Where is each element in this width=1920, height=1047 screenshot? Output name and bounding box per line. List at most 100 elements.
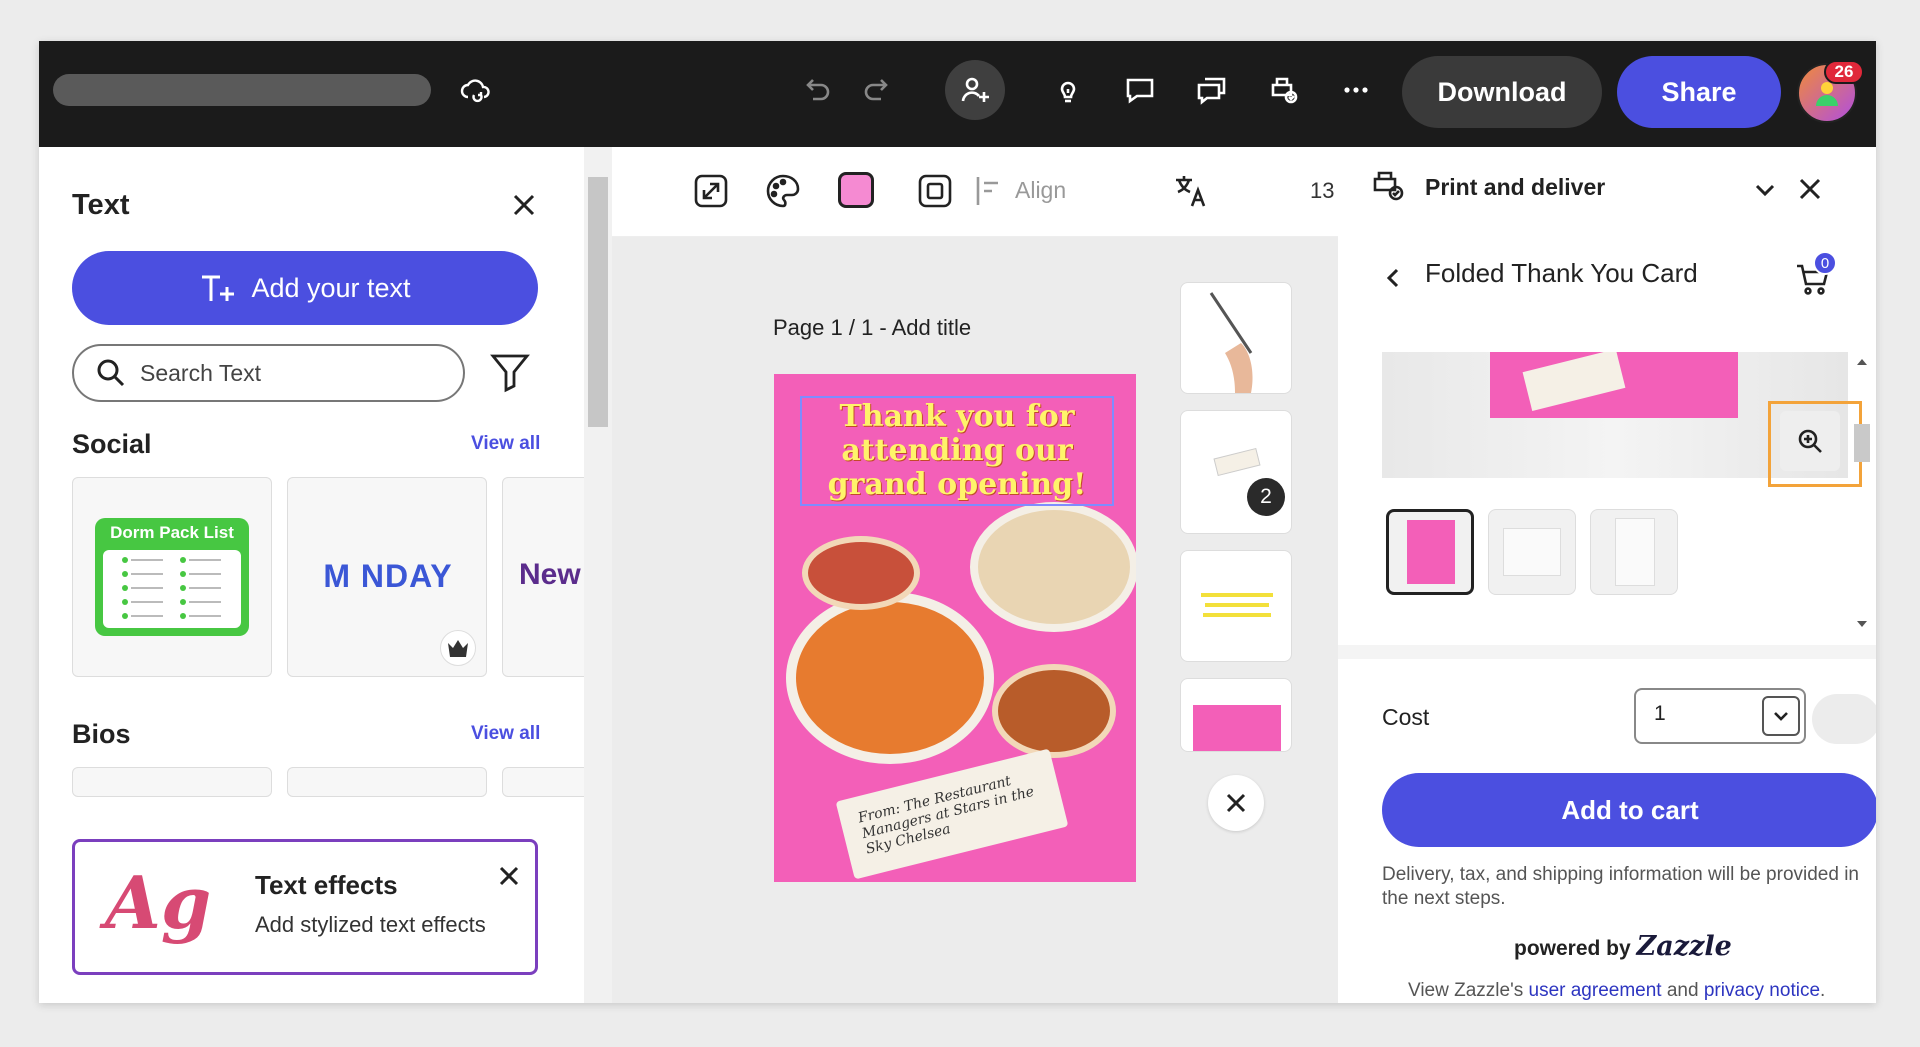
panel-title: Print and deliver xyxy=(1425,174,1606,200)
design-canvas: Page 1 / 1 - Add title Thank you for att… xyxy=(612,237,1338,1003)
cost-label: Cost xyxy=(1382,704,1430,730)
quantity-value: 1 xyxy=(1654,702,1666,725)
cloud-sync-icon[interactable] xyxy=(450,64,502,116)
close-icon xyxy=(1226,793,1246,813)
zoom-in-icon xyxy=(1798,429,1822,453)
scroll-up-icon[interactable] xyxy=(1852,352,1872,372)
close-thumbnails-button[interactable] xyxy=(1208,775,1264,831)
section-title-social: Social xyxy=(72,429,152,459)
thumbnail-poster[interactable] xyxy=(1180,678,1292,752)
close-icon[interactable] xyxy=(506,187,542,223)
print-deliver-panel: Print and deliver Folded Thank You Card … xyxy=(1338,147,1876,1003)
panel-title: Text xyxy=(72,189,130,221)
thumbnail-headline[interactable] xyxy=(1180,550,1292,662)
scrollbar-thumb[interactable] xyxy=(588,177,608,427)
zoom-level[interactable]: 13 xyxy=(1310,178,1334,204)
align-icon[interactable] xyxy=(974,175,1006,207)
view-all-social-link[interactable]: View all xyxy=(471,433,540,455)
bao-image xyxy=(992,664,1116,758)
add-to-cart-button[interactable]: Add to cart xyxy=(1382,773,1876,847)
inside-thumb-graphic xyxy=(1503,528,1561,576)
thumbnail-hand[interactable] xyxy=(1180,282,1292,394)
headline-thumb-graphic xyxy=(1201,593,1273,617)
print-deliver-icon[interactable] xyxy=(1258,64,1310,116)
document-title-field[interactable] xyxy=(53,74,431,106)
comment-icon[interactable] xyxy=(1114,64,1166,116)
powered-by-label: powered by xyxy=(1514,937,1631,960)
quantity-select[interactable]: 1 xyxy=(1634,688,1806,744)
align-label[interactable]: Align xyxy=(1015,177,1066,204)
monday-text: M NDAY xyxy=(323,558,453,594)
text-effects-subtitle: Add stylized text effects xyxy=(255,912,486,937)
legal-prefix: View Zazzle's xyxy=(1408,980,1524,1001)
app-window: Download Share 26 Text Add your text Sea… xyxy=(39,41,1876,1003)
template-card-dorm-pack[interactable]: Dorm Pack List xyxy=(72,477,272,677)
template-card-monday[interactable]: M NDAY xyxy=(287,477,487,677)
poster-headline[interactable]: Thank you for attending our grand openin… xyxy=(800,396,1114,506)
scroll-down-icon[interactable] xyxy=(1852,614,1872,634)
invite-collaborator-icon[interactable] xyxy=(945,60,1005,120)
preview-thumb-inside[interactable] xyxy=(1488,509,1576,595)
legal-text: View Zazzle's user agreement and privacy… xyxy=(1408,980,1825,1002)
scrollbar-thumb[interactable] xyxy=(1854,424,1870,462)
close-icon[interactable] xyxy=(1796,175,1824,203)
page-count-badge: 2 xyxy=(1247,478,1285,516)
back-thumb-graphic xyxy=(1615,518,1655,586)
page-thumbnails: 2 xyxy=(1180,282,1292,752)
text-effects-promo[interactable]: Ag Text effects Add stylized text effect… xyxy=(72,839,538,975)
text-panel: Text Add your text Search Text Social Vi… xyxy=(39,147,702,1003)
tag-graphic xyxy=(1213,447,1261,477)
zoom-in-button[interactable] xyxy=(1780,411,1840,471)
privacy-notice-link[interactable]: privacy notice xyxy=(1704,980,1820,1001)
download-button[interactable]: Download xyxy=(1402,56,1602,128)
view-all-bios-link[interactable]: View all xyxy=(471,723,540,745)
legal-suffix: . xyxy=(1820,980,1826,1001)
checklist-graphic xyxy=(122,557,221,619)
search-input[interactable]: Search Text xyxy=(72,344,465,402)
preview-scrollbar[interactable] xyxy=(1852,352,1872,632)
section-title-bios: Bios xyxy=(72,719,131,749)
add-your-text-button[interactable]: Add your text xyxy=(72,251,538,325)
lightbulb-icon[interactable] xyxy=(1042,64,1094,116)
color-palette-icon[interactable] xyxy=(764,172,802,210)
dorm-pack-title: Dorm Pack List xyxy=(110,523,234,542)
chevron-down-icon[interactable] xyxy=(1752,177,1778,203)
template-card-bio[interactable] xyxy=(287,767,487,797)
user-agreement-link[interactable]: user agreement xyxy=(1529,980,1662,1001)
translate-icon[interactable] xyxy=(1172,172,1210,210)
add-text-icon xyxy=(202,275,235,301)
thumbnail-tag[interactable]: 2 xyxy=(1180,410,1292,534)
close-icon[interactable] xyxy=(495,862,523,890)
preview-card-graphic xyxy=(1490,352,1738,418)
poster-thumb-graphic xyxy=(1193,705,1281,751)
share-button[interactable]: Share xyxy=(1617,56,1781,128)
page-title[interactable]: Page 1 / 1 - Add title xyxy=(773,315,971,341)
premium-crown-icon xyxy=(440,630,476,666)
more-options-icon[interactable] xyxy=(1330,64,1382,116)
fill-color-swatch[interactable] xyxy=(838,172,874,208)
powered-by: powered by Zazzle xyxy=(1514,931,1732,962)
notification-badge: 26 xyxy=(1824,60,1864,84)
poster-tag-card[interactable]: From: The Restaurant Managers at Stars i… xyxy=(835,748,1069,880)
zazzle-logo: Zazzle xyxy=(1636,931,1732,962)
front-thumb-graphic xyxy=(1407,520,1455,584)
filter-icon[interactable] xyxy=(488,350,532,394)
panel-scrollbar[interactable] xyxy=(584,147,612,1003)
template-card-bio[interactable] xyxy=(72,767,272,797)
redo-icon[interactable] xyxy=(852,64,904,116)
border-icon[interactable] xyxy=(916,172,954,210)
text-effects-glyph: Ag xyxy=(105,860,212,945)
print-deliver-icon xyxy=(1373,171,1404,201)
resize-icon[interactable] xyxy=(692,172,730,210)
chevron-left-icon[interactable] xyxy=(1382,267,1404,289)
curry-bowl-image xyxy=(786,592,994,764)
preview-thumb-front[interactable] xyxy=(1386,509,1474,595)
panel-header: Print and deliver xyxy=(1338,147,1876,217)
design-page[interactable]: Thank you for attending our grand openin… xyxy=(774,374,1136,882)
present-icon[interactable] xyxy=(1186,64,1238,116)
preview-thumb-back[interactable] xyxy=(1590,509,1678,595)
undo-icon[interactable] xyxy=(790,64,842,116)
element-toolbar: Align 13 xyxy=(612,147,1338,237)
bao-image xyxy=(802,536,920,610)
quantity-dropdown[interactable] xyxy=(1762,696,1800,736)
